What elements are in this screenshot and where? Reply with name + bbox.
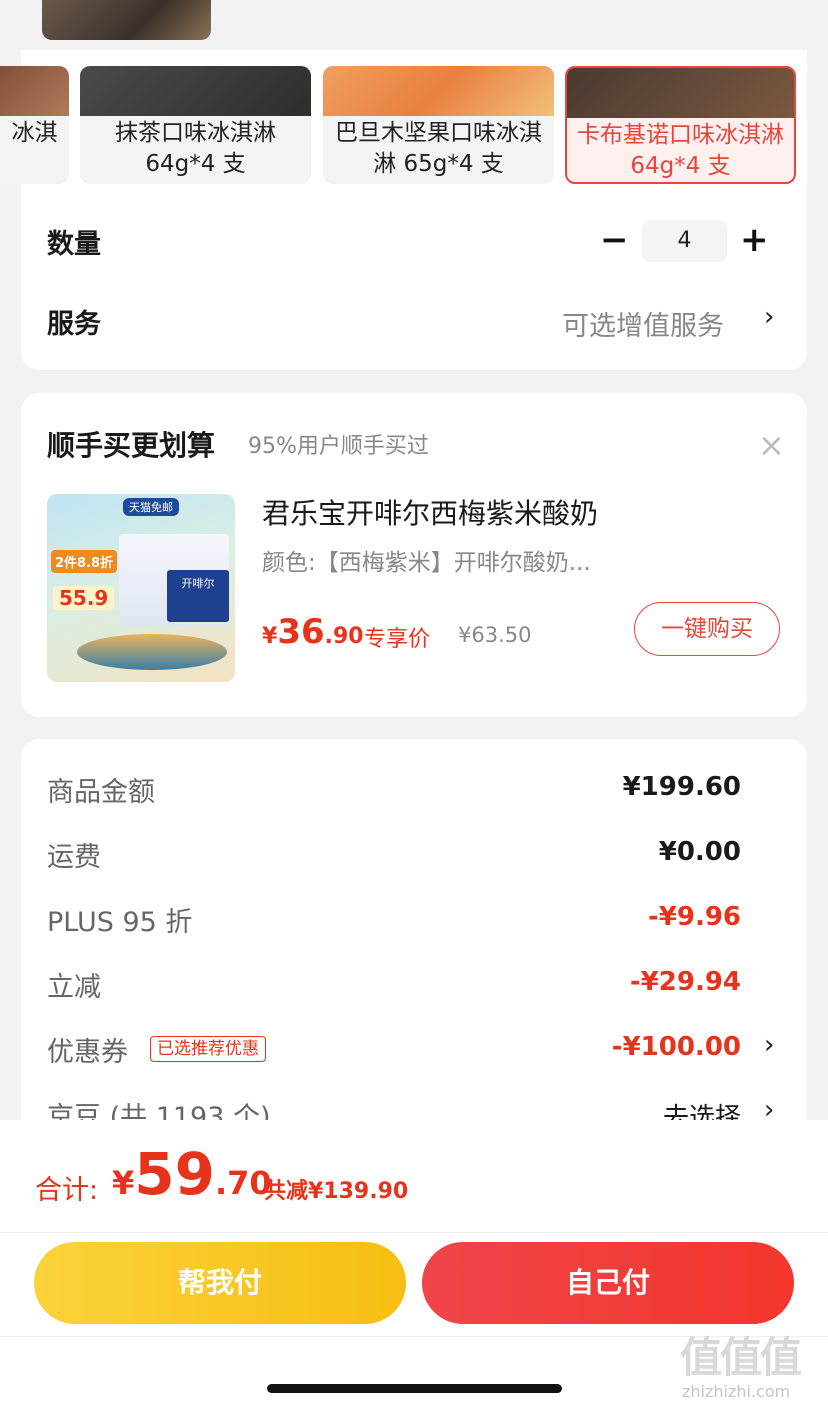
image-price: 55.9 bbox=[53, 586, 115, 610]
total-saved: 共减¥139.90 bbox=[264, 1179, 409, 1204]
variant-option-4-selected[interactable]: 卡布基诺口味冰淇淋 64g*4 支 bbox=[565, 66, 796, 184]
watermark-site: zhizhizhi.com bbox=[682, 1382, 791, 1401]
addon-price-tag: 专享价 bbox=[364, 627, 431, 652]
one-click-buy-button[interactable]: 一键购买 bbox=[634, 602, 780, 656]
summary-label-shipping: 运费 bbox=[47, 842, 101, 873]
variant-option-2[interactable]: 抹茶口味冰淇淋 64g*4 支 bbox=[80, 66, 311, 184]
total-amount: ¥59.70 bbox=[112, 1140, 272, 1208]
addon-product-spec: 颜色:【西梅紫米】开啡尔酸奶... bbox=[262, 550, 591, 576]
addon-original-price: ¥63.50 bbox=[458, 623, 532, 647]
service-chevron-icon[interactable]: › bbox=[764, 302, 774, 332]
summary-value-coupon[interactable]: -¥100.00 bbox=[612, 1032, 741, 1062]
quantity-plus-button[interactable]: + bbox=[740, 220, 769, 260]
quantity-minus-button[interactable]: − bbox=[600, 220, 629, 260]
variant-option-3[interactable]: 巴旦木坚果口味冰淇淋 65g*4 支 bbox=[323, 66, 554, 184]
image-badge: 天猫免邮 bbox=[123, 498, 179, 516]
variant-list: 冰淇 抹茶口味冰淇淋 64g*4 支 巴旦木坚果口味冰淇淋 65g*4 支 卡布… bbox=[0, 66, 828, 188]
quantity-label: 数量 bbox=[47, 229, 101, 260]
watermark-logo: 值值值 bbox=[680, 1333, 802, 1382]
quantity-input[interactable]: 4 bbox=[642, 220, 727, 262]
summary-value-goods: ¥199.60 bbox=[622, 772, 741, 802]
addon-product-name[interactable]: 君乐宝开啡尔西梅紫米酸奶 bbox=[262, 492, 598, 532]
service-value[interactable]: 可选增值服务 bbox=[562, 304, 724, 343]
addon-subtitle: 95%用户顺手买过 bbox=[248, 434, 429, 459]
variant-option-1[interactable]: 冰淇 bbox=[0, 66, 69, 184]
summary-value-shipping: ¥0.00 bbox=[658, 837, 741, 867]
help-me-pay-button[interactable]: 帮我付 bbox=[34, 1242, 406, 1324]
coupon-chevron-icon[interactable]: › bbox=[764, 1030, 774, 1060]
selected-variant-thumbnail bbox=[42, 0, 211, 40]
summary-value-instant-discount: -¥29.94 bbox=[629, 967, 741, 997]
image-discount-badge: 2件8.8折 bbox=[51, 550, 118, 573]
addon-title: 顺手买更划算 bbox=[47, 429, 216, 462]
home-indicator bbox=[267, 1384, 562, 1393]
image-plate bbox=[77, 634, 227, 670]
summary-value-plus: -¥9.96 bbox=[647, 902, 741, 932]
total-label: 合计: bbox=[35, 1175, 99, 1206]
divider bbox=[0, 1232, 828, 1233]
service-label: 服务 bbox=[47, 309, 101, 340]
summary-label-instant-discount: 立减 bbox=[47, 972, 101, 1003]
image-product-box-front: 开啡尔 bbox=[167, 570, 229, 622]
coupon-selected-tag: 已选推荐优惠 bbox=[150, 1036, 266, 1062]
pay-myself-button[interactable]: 自己付 bbox=[422, 1242, 794, 1324]
summary-label-coupon[interactable]: 优惠券 bbox=[47, 1030, 128, 1069]
summary-label-plus: PLUS 95 折 bbox=[47, 907, 193, 938]
summary-label-goods: 商品金额 bbox=[47, 777, 155, 808]
addon-close-icon[interactable]: × bbox=[758, 426, 785, 464]
addon-price: ¥36.90 bbox=[262, 612, 364, 652]
addon-product-image[interactable]: 天猫免邮 2件8.8折 55.9 开啡尔 bbox=[47, 494, 235, 682]
